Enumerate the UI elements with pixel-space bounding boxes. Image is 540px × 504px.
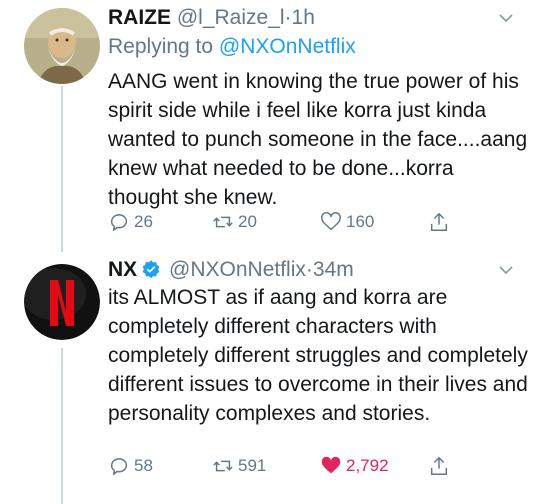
like-icon: [321, 456, 341, 474]
share-icon: [430, 212, 448, 231]
action-bar: 58 591 2,792: [108, 452, 528, 480]
reply-icon: [110, 214, 128, 231]
retweet-icon: [213, 216, 233, 228]
timestamp[interactable]: 1h: [292, 6, 315, 29]
timestamp[interactable]: 34m: [313, 258, 354, 281]
like-count: 160: [346, 212, 375, 231]
tweet-text: AANG went in knowing the true power of h…: [108, 70, 528, 209]
share-button[interactable]: [428, 208, 454, 236]
separator-dot: ·: [284, 6, 292, 29]
handle[interactable]: @NXOnNetflix: [169, 258, 306, 281]
replying-label: Replying to: [108, 35, 214, 58]
tweet-header: NX @NXOnNetflix·34m: [108, 257, 354, 283]
retweet-count: 591: [238, 456, 267, 475]
handle[interactable]: @l_Raize_l: [177, 6, 285, 29]
retweet-count: 20: [238, 212, 257, 231]
mention-link[interactable]: @NXOnNetflix: [219, 35, 356, 58]
reply-count: 26: [134, 212, 153, 231]
reply-button[interactable]: 58: [108, 452, 153, 480]
share-icon: [430, 456, 448, 475]
share-button[interactable]: [428, 452, 454, 480]
thread-line: [61, 86, 63, 252]
like-icon: [321, 212, 341, 231]
thread-line: [61, 348, 63, 504]
verified-badge-icon: [142, 260, 160, 279]
avatar[interactable]: [24, 264, 100, 340]
reply-icon: [110, 458, 128, 475]
like-button[interactable]: 2,792: [320, 452, 389, 480]
reply-count: 58: [134, 456, 153, 475]
display-name[interactable]: NX: [108, 258, 137, 281]
like-button[interactable]: 160: [320, 208, 374, 236]
reply-button[interactable]: 26: [108, 208, 153, 236]
action-bar: 26 20 160: [108, 208, 528, 236]
like-count: 2,792: [346, 456, 389, 475]
avatar[interactable]: [24, 8, 100, 84]
display-name[interactable]: RAIZE: [108, 6, 171, 29]
retweet-button[interactable]: 591: [212, 452, 266, 480]
tweet-text: its ALMOST as if aang and korra are comp…: [108, 286, 528, 425]
retweet-icon: [213, 460, 233, 472]
separator-dot: ·: [305, 258, 313, 281]
chevron-down-icon[interactable]: [498, 10, 514, 26]
tweet-header: RAIZE @l_Raize_l·1h: [108, 5, 315, 31]
chevron-down-icon[interactable]: [498, 262, 514, 278]
tweet[interactable]: NX @NXOnNetflix·34m its ALMOST as if aan…: [0, 252, 540, 504]
retweet-button[interactable]: 20: [212, 208, 257, 236]
tweet[interactable]: RAIZE @l_Raize_l·1h Replying to @NXOnNet…: [0, 0, 540, 252]
replying-to: Replying to @NXOnNetflix: [108, 34, 356, 60]
